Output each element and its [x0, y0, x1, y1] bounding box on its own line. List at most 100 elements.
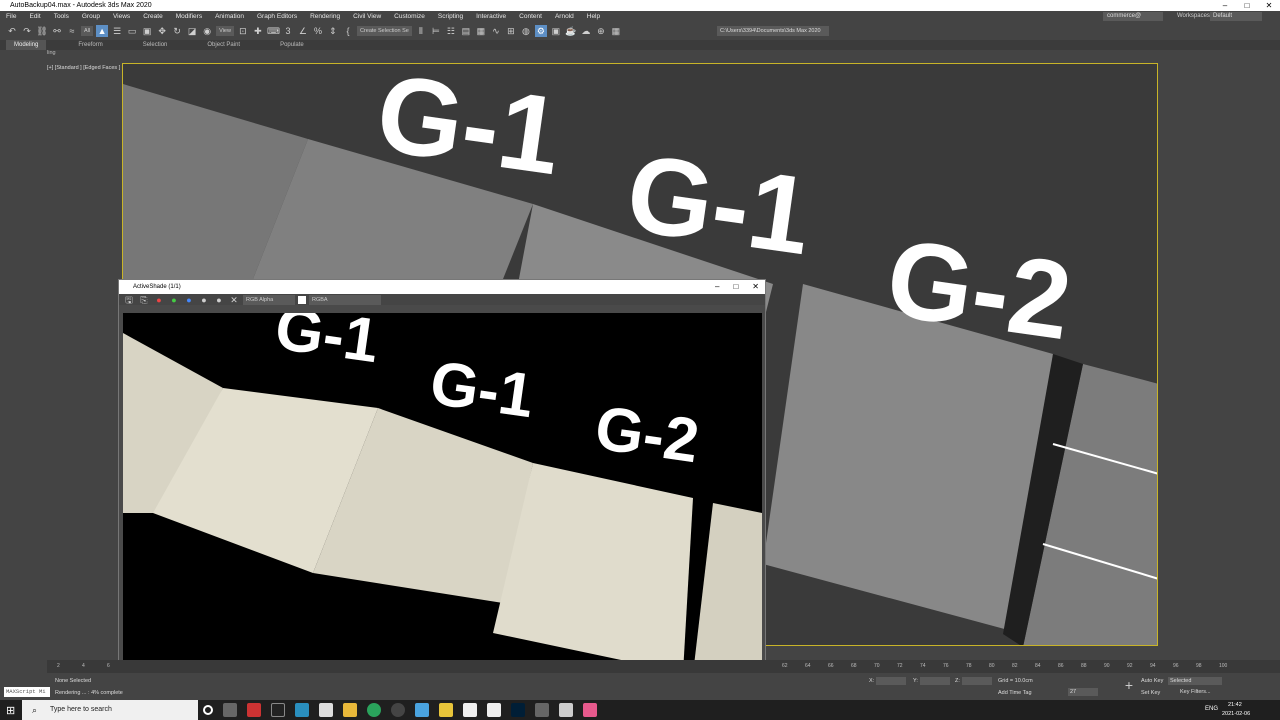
app-icon-8[interactable] — [535, 703, 549, 717]
file-explorer-icon[interactable] — [343, 703, 357, 717]
menu-scripting[interactable]: Scripting — [438, 13, 463, 20]
ribbon-toggle-icon[interactable]: ▦ — [475, 25, 487, 37]
named-selection-dropdown[interactable]: Create Selection Se — [356, 26, 412, 36]
menu-customize[interactable]: Customize — [394, 13, 425, 20]
undo-icon[interactable]: ↶ — [6, 25, 18, 37]
tab-freeform[interactable]: Freeform — [70, 40, 110, 50]
viewport-label[interactable]: [+] [Standard ] [Edged Faces ] — [47, 65, 120, 71]
app-icon-6[interactable] — [439, 703, 453, 717]
select-by-name-icon[interactable]: ☰ — [111, 25, 123, 37]
key-selection-dropdown[interactable]: Selected — [1168, 677, 1222, 685]
taskbar-search[interactable]: ⌕ Type here to search — [22, 700, 198, 720]
scale-icon[interactable]: ◪ — [186, 25, 198, 37]
edit-named-selections-icon[interactable]: { — [342, 25, 354, 37]
material-editor-icon[interactable]: ◍ — [520, 25, 532, 37]
channel-dropdown[interactable]: RGB Alpha — [243, 294, 295, 305]
rendered-frame-window-icon[interactable]: ▣ — [550, 25, 562, 37]
render-setup-icon[interactable]: ⚙ — [534, 25, 547, 37]
3ds-max-icon[interactable] — [295, 703, 309, 717]
language-indicator[interactable]: ENG — [1205, 706, 1218, 712]
add-time-tag-button[interactable]: Add Time Tag — [998, 690, 1032, 696]
clock-date[interactable]: 2021-02-06 — [1222, 711, 1250, 717]
menu-graph-editors[interactable]: Graph Editors — [257, 13, 297, 20]
spinner-snap-icon[interactable]: ⇕ — [327, 25, 339, 37]
y-coord-field[interactable] — [920, 677, 950, 685]
activeshade-title-bar[interactable]: ActiveShade (1/1) – □ ✕ — [119, 280, 765, 294]
selection-filter-dropdown[interactable]: All — [81, 26, 94, 36]
key-filters-button[interactable]: Key Filters... — [1180, 689, 1211, 695]
menu-animation[interactable]: Animation — [215, 13, 244, 20]
menu-civil-view[interactable]: Civil View — [353, 13, 381, 20]
menu-group[interactable]: Group — [82, 13, 100, 20]
menu-rendering[interactable]: Rendering — [310, 13, 340, 20]
window-crossing-icon[interactable]: ▣ — [141, 25, 153, 37]
layer-explorer-icon[interactable]: ▤ — [460, 25, 472, 37]
unreal-icon[interactable] — [463, 703, 477, 717]
app-icon-1[interactable] — [247, 703, 261, 717]
photoshop-icon[interactable] — [511, 703, 525, 717]
mirror-icon[interactable]: ⫴ — [415, 25, 427, 37]
app-icon-9[interactable] — [559, 703, 573, 717]
app-icon-7[interactable] — [487, 703, 501, 717]
activeshade-window[interactable]: ActiveShade (1/1) – □ ✕ 🖫 ⎘ ● ● ● ● ● ✕ … — [118, 279, 766, 676]
percent-snap-icon[interactable]: % — [312, 25, 324, 37]
place-icon[interactable]: ◉ — [201, 25, 213, 37]
app-icon-10[interactable] — [583, 703, 597, 717]
minimize-button[interactable]: – — [1214, 0, 1236, 11]
alpha-channel-icon[interactable]: ● — [198, 294, 210, 306]
clock-time[interactable]: 21:42 — [1228, 702, 1242, 708]
reference-coord-dropdown[interactable]: View — [216, 26, 234, 36]
color-swatch[interactable] — [298, 295, 306, 304]
tab-selection[interactable]: Selection — [135, 40, 176, 50]
workspace-dropdown[interactable]: Default — [1210, 12, 1262, 21]
app-icon-3[interactable] — [319, 703, 333, 717]
menu-create[interactable]: Create — [143, 13, 163, 20]
menu-views[interactable]: Views — [113, 13, 130, 20]
task-view-icon[interactable] — [223, 703, 237, 717]
set-key-button[interactable]: Set Key — [1141, 690, 1160, 696]
display-mode-dropdown[interactable]: RGBA — [309, 294, 381, 305]
render-production-icon[interactable]: ☕ — [565, 25, 577, 37]
scene-explorer-icon[interactable]: ☷ — [445, 25, 457, 37]
time-slider[interactable]: 2 4 6 62 64 66 68 70 72 74 76 78 80 82 84 86 88 90 92 94 96 9… — [47, 660, 1280, 673]
activeshade-minimize-button[interactable]: – — [715, 280, 719, 294]
menu-help[interactable]: Help — [587, 13, 600, 20]
select-manipulate-icon[interactable]: ✚ — [252, 25, 264, 37]
tab-modeling[interactable]: Modeling — [6, 40, 47, 50]
cortana-icon[interactable] — [203, 705, 213, 715]
blue-channel-icon[interactable]: ● — [183, 294, 195, 306]
monochrome-icon[interactable]: ● — [213, 294, 225, 306]
z-coord-field[interactable] — [962, 677, 992, 685]
redo-icon[interactable]: ↷ — [21, 25, 33, 37]
menu-tools[interactable]: Tools — [54, 13, 69, 20]
project-folder-dropdown[interactable]: C:\Users\3394\Documents\3ds Max 2020 — [717, 26, 829, 36]
menu-file[interactable]: File — [6, 13, 16, 20]
app-icon-5[interactable] — [415, 703, 429, 717]
windows-start-icon[interactable]: ⊞ — [6, 704, 18, 717]
tab-object-paint[interactable]: Object Paint — [199, 40, 248, 50]
app-icon-4[interactable] — [391, 703, 405, 717]
close-button[interactable]: ✕ — [1258, 0, 1280, 11]
menu-edit[interactable]: Edit — [29, 13, 40, 20]
align-icon[interactable]: ⊨ — [430, 25, 442, 37]
chrome-icon[interactable] — [367, 703, 381, 717]
grid-toggle-icon[interactable]: ▦ — [610, 25, 622, 37]
auto-key-button[interactable]: Auto Key — [1141, 678, 1163, 684]
activeshade-close-button[interactable]: ✕ — [752, 280, 759, 294]
save-image-icon[interactable]: 🖫 — [123, 294, 135, 306]
maximize-button[interactable]: □ — [1236, 0, 1258, 11]
red-channel-icon[interactable]: ● — [153, 294, 165, 306]
maxscript-listener[interactable]: MAXScript Mi — [4, 687, 50, 697]
link-icon[interactable]: ⛓ — [36, 25, 48, 37]
activeshade-maximize-button[interactable]: □ — [733, 280, 738, 294]
select-object-icon[interactable]: ▲ — [96, 25, 109, 37]
keyboard-shortcut-icon[interactable]: ⌨ — [267, 25, 280, 37]
curve-editor-icon[interactable]: ∿ — [490, 25, 502, 37]
pivot-center-icon[interactable]: ⊡ — [237, 25, 249, 37]
render-in-cloud-icon[interactable]: ☁ — [580, 25, 592, 37]
menu-interactive[interactable]: Interactive — [476, 13, 506, 20]
snaps-toggle-icon[interactable]: 3 — [282, 25, 294, 37]
user-account-dropdown[interactable]: commerce@ — [1103, 12, 1163, 21]
move-icon[interactable]: ✥ — [156, 25, 168, 37]
menu-content[interactable]: Content — [519, 13, 542, 20]
